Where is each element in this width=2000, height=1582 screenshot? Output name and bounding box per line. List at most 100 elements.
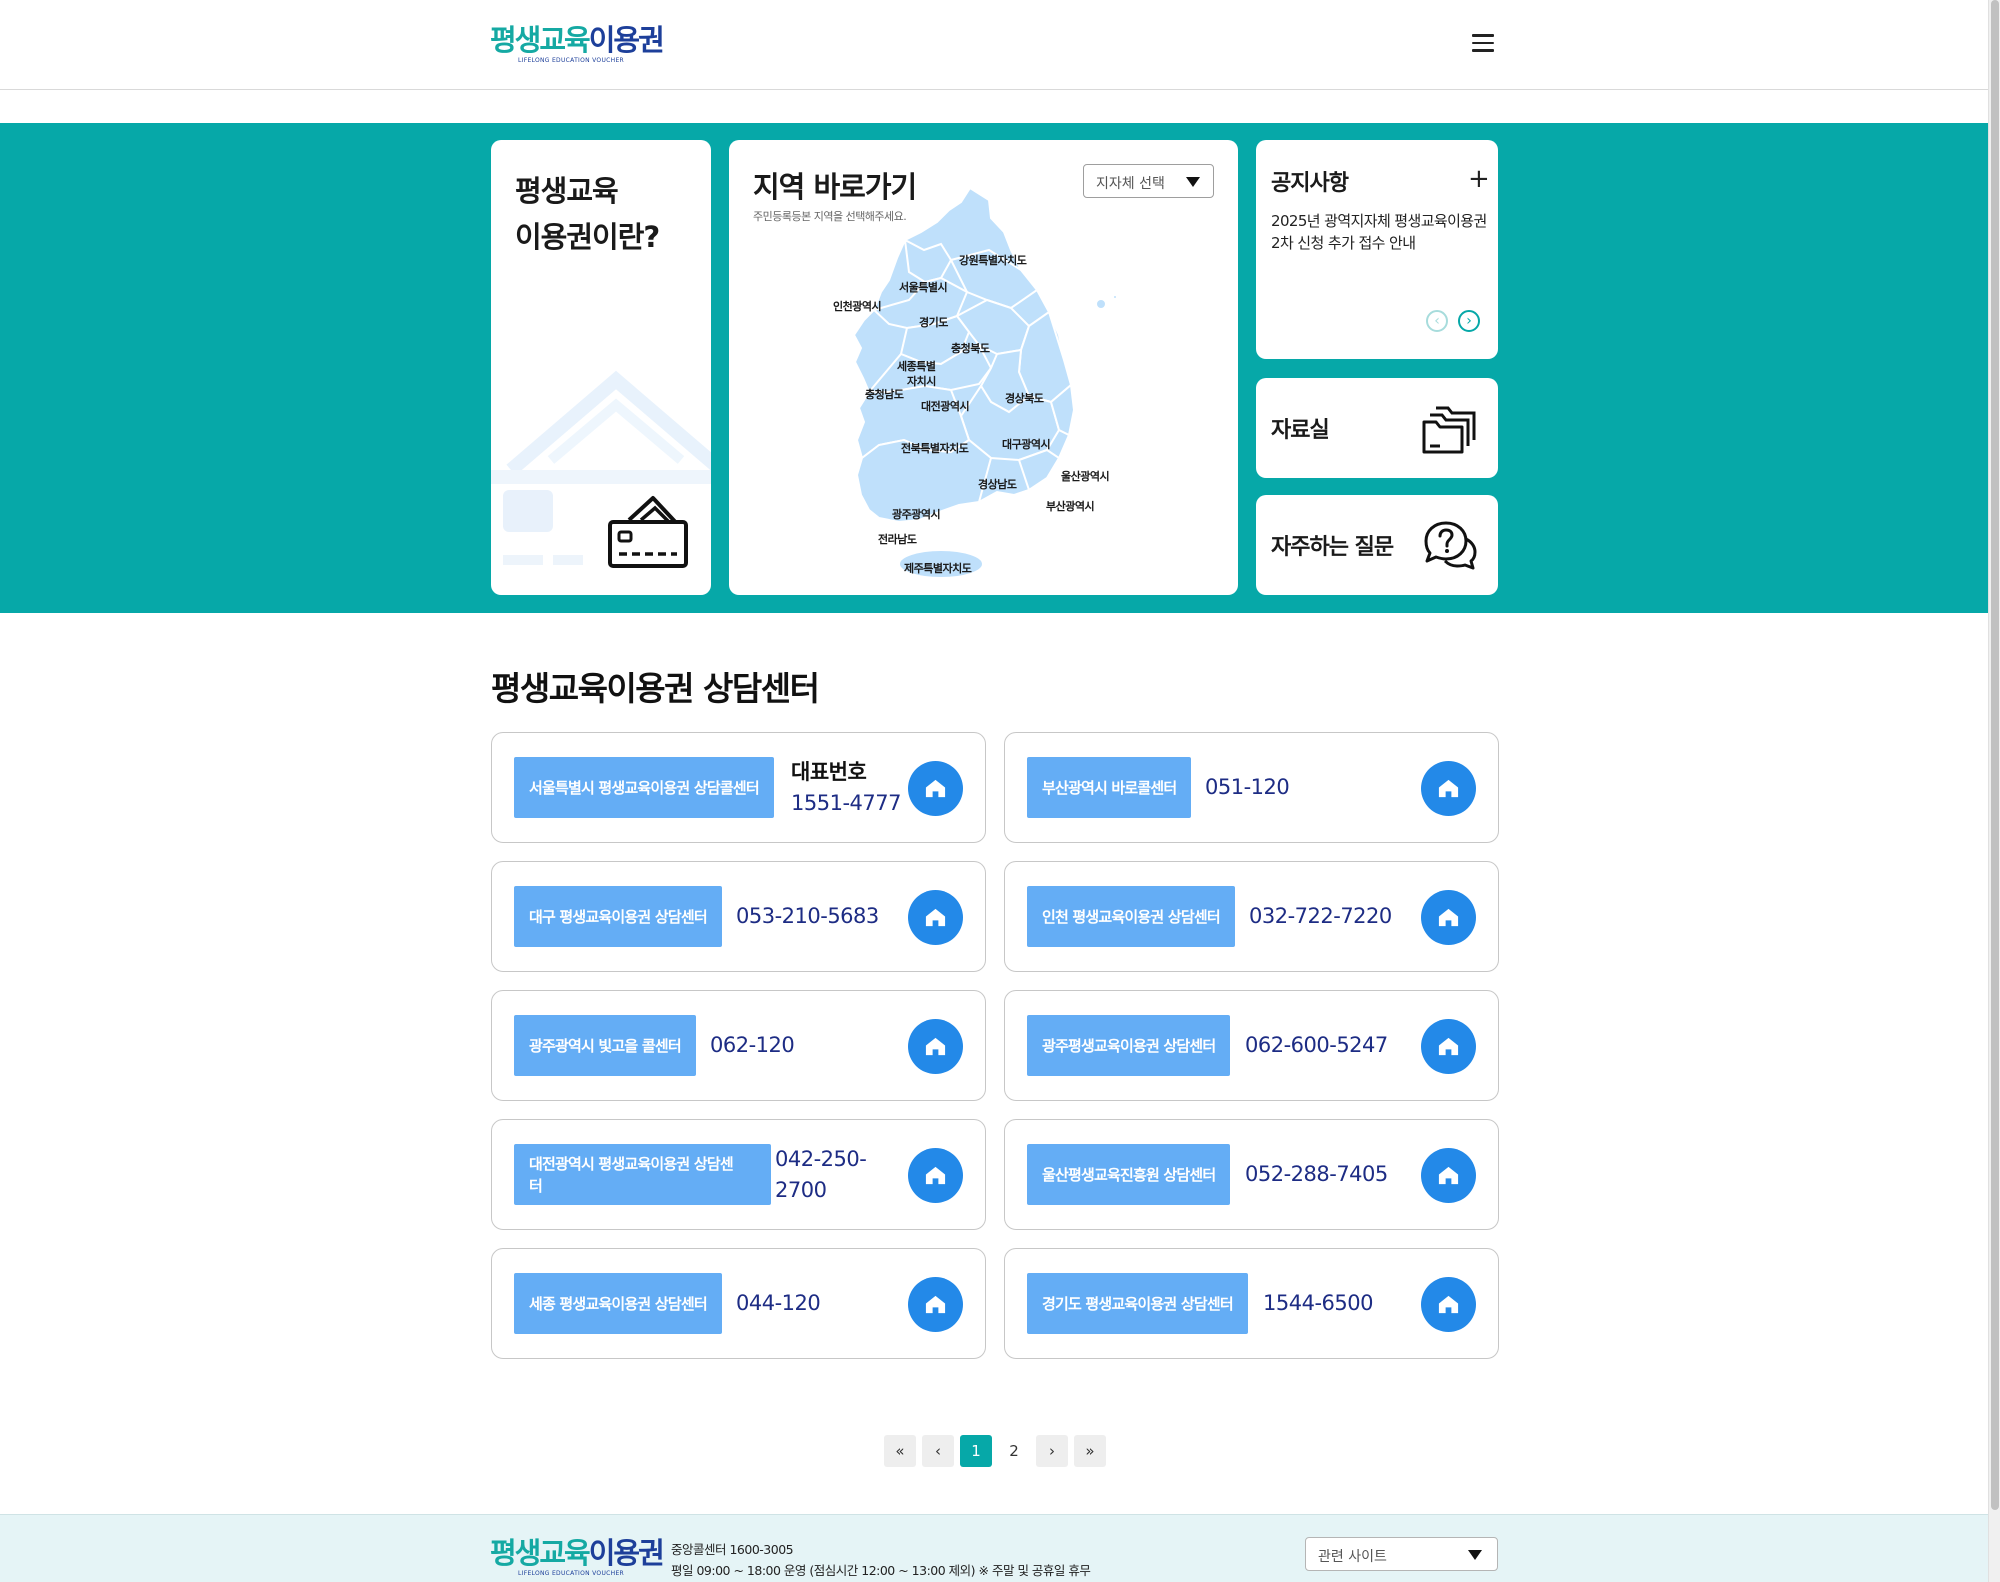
page-1-button[interactable]: 1 <box>960 1435 992 1467</box>
notice-item-link[interactable]: 2025년 광역지자체 평생교육이용권 2차 신청 추가 접수 안내 <box>1271 210 1489 254</box>
logo-subtitle: LIFELONG EDUCATION VOUCHER <box>518 57 625 64</box>
home-icon <box>1438 908 1459 927</box>
counsel-center-name[interactable]: 대전광역시 평생교육이용권 상담센 터 <box>514 1144 771 1205</box>
chevron-down-icon <box>1468 1550 1482 1560</box>
counsel-center-phone: 044-120 <box>736 1249 821 1358</box>
home-button[interactable] <box>908 761 963 816</box>
footer-logo[interactable]: 평생교육이용권 LIFELONG EDUCATION VOUCHER <box>490 1537 665 1582</box>
page-2-button[interactable]: 2 <box>998 1435 1030 1467</box>
notice-more-plus-icon[interactable]: + <box>1468 166 1490 192</box>
faq-label: 자주하는 질문 <box>1271 535 1394 560</box>
map-label-gyeongnam[interactable]: 경상남도 <box>978 477 1017 491</box>
region-map-card: 서울특별시 강원특별자치도 인천광역시 경기도 충청북도 세종특별 자치시 충청… <box>729 140 1238 595</box>
home-button[interactable] <box>908 1019 963 1074</box>
home-button[interactable] <box>1421 1148 1476 1203</box>
counsel-center-phone: 1544-6500 <box>1263 1249 1373 1358</box>
home-button[interactable] <box>908 1148 963 1203</box>
counsel-center-phone: 대표번호 1551-4777 <box>791 733 901 842</box>
notice-next-arrow-icon[interactable]: › <box>1458 310 1480 332</box>
related-sites-select[interactable]: 관련 사이트 <box>1305 1537 1498 1571</box>
counsel-center-phone: 051-120 <box>1205 733 1290 842</box>
map-label-seoul[interactable]: 서울특별시 <box>899 280 948 294</box>
counsel-center-card: 서울특별시 평생교육이용권 상담콜센터 대표번호 1551-4777 <box>491 732 986 843</box>
map-label-sejong-1[interactable]: 세종특별 <box>897 359 936 373</box>
counsel-center-phone: 062-120 <box>710 991 795 1100</box>
archive-label: 자료실 <box>1271 418 1330 443</box>
map-label-chungbuk[interactable]: 충청북도 <box>951 341 990 355</box>
counsel-center-card: 인천 평생교육이용권 상담센터 032-722-7220 <box>1004 861 1499 972</box>
phone-number: 051-120 <box>1205 775 1290 799</box>
counsel-center-card: 광주광역시 빛고을 콜센터 062-120 <box>491 990 986 1101</box>
home-button[interactable] <box>1421 1019 1476 1074</box>
related-sites-label: 관련 사이트 <box>1318 1549 1387 1565</box>
counsel-center-name[interactable]: 부산광역시 바로콜센터 <box>1027 757 1192 818</box>
first-page-double-chevron-icon[interactable]: « <box>884 1435 916 1467</box>
counsel-center-name[interactable]: 광주평생교육이용권 상담센터 <box>1027 1015 1231 1076</box>
call-center-number: 중앙콜센터 1600-3005 <box>671 1542 794 1557</box>
notice-title: 공지사항 <box>1271 171 1349 196</box>
home-button[interactable] <box>1421 890 1476 945</box>
map-label-jeonbuk[interactable]: 전북특별자치도 <box>901 441 969 455</box>
scrollbar-thumb[interactable] <box>1991 0 1999 1510</box>
counsel-center-phone: 053-210-5683 <box>736 862 879 971</box>
map-label-busan[interactable]: 부산광역시 <box>1046 499 1095 513</box>
intro-card[interactable]: 평생교육 이용권이란? <box>491 140 711 595</box>
home-button[interactable] <box>1421 761 1476 816</box>
counsel-center-card: 부산광역시 바로콜센터 051-120 <box>1004 732 1499 843</box>
map-label-incheon[interactable]: 인천광역시 <box>833 299 882 313</box>
home-icon <box>1438 779 1459 798</box>
map-label-gangwon[interactable]: 강원특별자치도 <box>959 253 1027 267</box>
map-label-gyeongbuk[interactable]: 경상북도 <box>1005 391 1044 405</box>
hamburger-menu-icon[interactable] <box>1472 34 1496 54</box>
map-label-sejong-2[interactable]: 자치시 <box>907 374 936 388</box>
counsel-center-name[interactable]: 울산평생교육진흥원 상담센터 <box>1027 1144 1231 1205</box>
map-label-gyeonggi[interactable]: 경기도 <box>919 315 949 329</box>
logo-wordmark: 평생교육이용권 <box>490 23 665 57</box>
home-button[interactable] <box>908 1277 963 1332</box>
site-logo[interactable]: 평생교육이용권 LIFELONG EDUCATION VOUCHER <box>490 23 665 70</box>
phone-number: 052-288-7405 <box>1245 1162 1388 1186</box>
map-label-jeonnam[interactable]: 전라남도 <box>878 532 917 546</box>
map-label-gwangju[interactable]: 광주광역시 <box>892 507 941 521</box>
phone-number-line: 042-250- <box>775 1146 867 1171</box>
map-label-jeju[interactable]: 제주특별자치도 <box>904 561 972 575</box>
counsel-center-name[interactable]: 세종 평생교육이용권 상담센터 <box>514 1273 722 1334</box>
home-button[interactable] <box>908 890 963 945</box>
phone-number: 062-120 <box>710 1033 795 1057</box>
map-label-chungnam[interactable]: 충청남도 <box>865 387 904 401</box>
counsel-center-phone: 042-250- 2700 <box>775 1120 867 1229</box>
page-scrollbar[interactable] <box>1988 0 2000 1582</box>
last-page-double-chevron-icon[interactable]: » <box>1074 1435 1106 1467</box>
archive-card[interactable]: 자료실 <box>1256 378 1498 478</box>
notice-prev-arrow-icon[interactable]: ‹ <box>1426 310 1448 332</box>
site-header: 평생교육이용권 LIFELONG EDUCATION VOUCHER <box>0 0 1988 90</box>
next-page-chevron-icon[interactable]: › <box>1036 1435 1068 1467</box>
map-subtitle: 주민등록등본 지역을 선택해주세요. <box>753 210 907 223</box>
prev-page-chevron-icon[interactable]: ‹ <box>922 1435 954 1467</box>
phone-number: 1551-4777 <box>791 790 901 815</box>
phone-number: 062-600-5247 <box>1245 1033 1388 1057</box>
counsel-center-name-line: 대전광역시 평생교육이용권 상담센 <box>529 1154 734 1173</box>
map-label-ulsan[interactable]: 울산광역시 <box>1061 469 1110 483</box>
home-icon <box>925 1166 946 1185</box>
notice-card: 공지사항 + 2025년 광역지자체 평생교육이용권 2차 신청 추가 접수 안… <box>1256 140 1498 359</box>
counsel-center-card: 광주평생교육이용권 상담센터 062-600-5247 <box>1004 990 1499 1101</box>
map-label-daegu[interactable]: 대구광역시 <box>1002 437 1051 451</box>
counsel-center-name[interactable]: 서울특별시 평생교육이용권 상담콜센터 <box>514 757 774 818</box>
counseling-section-title: 평생교육이용권 상담센터 <box>491 669 820 708</box>
folders-icon <box>1422 406 1476 454</box>
home-icon <box>925 1295 946 1314</box>
region-select[interactable]: 지자체 선택 <box>1083 164 1214 198</box>
pagination: « ‹ 1 2 › » <box>884 1435 1112 1467</box>
home-icon <box>1438 1037 1459 1056</box>
counsel-center-card: 대구 평생교육이용권 상담센터 053-210-5683 <box>491 861 986 972</box>
site-footer: 평생교육이용권 LIFELONG EDUCATION VOUCHER 중앙콜센터… <box>0 1514 1988 1582</box>
map-label-daejeon[interactable]: 대전광역시 <box>921 399 970 413</box>
home-button[interactable] <box>1421 1277 1476 1332</box>
counsel-center-name[interactable]: 인천 평생교육이용권 상담센터 <box>1027 886 1235 947</box>
faq-card[interactable]: 자주하는 질문 <box>1256 495 1498 595</box>
counsel-center-name[interactable]: 대구 평생교육이용권 상담센터 <box>514 886 722 947</box>
map-title: 지역 바로가기 <box>753 170 917 204</box>
counsel-center-name[interactable]: 경기도 평생교육이용권 상담센터 <box>1027 1273 1248 1334</box>
counsel-center-name[interactable]: 광주광역시 빛고을 콜센터 <box>514 1015 696 1076</box>
